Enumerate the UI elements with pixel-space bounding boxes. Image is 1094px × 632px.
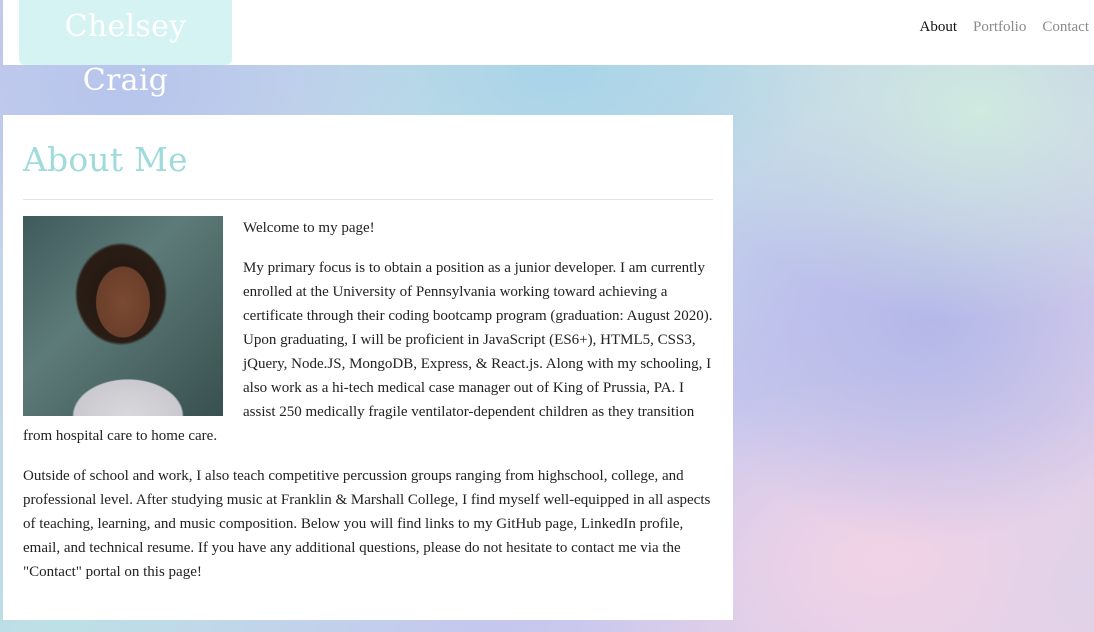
about-card: About Me Welcome to my page! My primary … <box>3 115 733 620</box>
profile-photo <box>23 216 223 416</box>
brand-logo-link[interactable]: Chelsey Craig <box>19 0 232 98</box>
divider <box>23 199 713 200</box>
nav-link-portfolio[interactable]: Portfolio <box>973 19 1026 36</box>
nav-link-contact[interactable]: Contact <box>1042 19 1089 36</box>
nav-links: About Portfolio Contact <box>920 19 1090 36</box>
navbar: Chelsey Craig About Portfolio Contact <box>3 0 1094 98</box>
nav-link-about[interactable]: About <box>920 19 958 36</box>
page-title: About Me <box>23 140 188 179</box>
bio-paragraph-2: Outside of school and work, I also teach… <box>23 468 711 580</box>
